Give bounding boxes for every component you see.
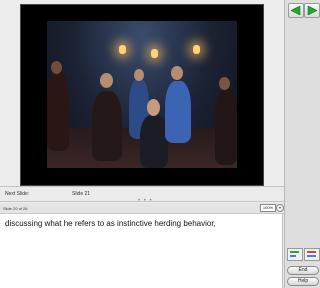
photo-head-right	[171, 66, 183, 80]
next-slide-label: Next Slide:	[5, 191, 30, 197]
slide-photo	[47, 21, 237, 168]
previous-slide-button[interactable]	[288, 3, 304, 18]
current-slide-frame[interactable]	[20, 4, 264, 186]
photo-person-right-blue	[165, 81, 191, 143]
photo-person-center	[140, 115, 168, 168]
photo-head-far-left	[51, 61, 62, 74]
photo-head-far-right	[219, 77, 230, 90]
photo-head-center	[147, 99, 160, 116]
photo-head-left	[100, 73, 113, 88]
slide-count: Slide 20 of 26	[3, 206, 28, 211]
zoom-dropdown-icon[interactable]: ▾	[276, 204, 284, 212]
photo-person-left	[92, 91, 122, 161]
presenter-tools-icon[interactable]	[304, 248, 320, 261]
speaker-notes-pane[interactable]: discussing what he refers to as instinct…	[0, 214, 283, 288]
photo-person-far-right	[215, 89, 237, 165]
photo-head-back	[134, 69, 144, 81]
green-left-arrow-icon	[291, 6, 301, 15]
photo-lamp-left	[119, 45, 126, 54]
next-slide-value: Slide 21	[72, 191, 91, 197]
presenter-tools-bar	[307, 255, 316, 257]
photo-person-far-left	[47, 71, 69, 151]
slide-sorter-bar	[290, 251, 299, 253]
speaker-notes-text: discussing what he refers to as instinct…	[5, 219, 216, 228]
end-show-button[interactable]: End	[287, 266, 319, 275]
green-right-arrow-icon	[307, 6, 317, 15]
slide-sorter-bar	[290, 255, 296, 257]
zoom-field[interactable]: 100%	[260, 204, 276, 212]
notes-header: Slide 20 of 26 100% ▾	[0, 203, 284, 214]
photo-lamp-right	[193, 45, 200, 54]
next-slide-button[interactable]	[304, 3, 320, 18]
photo-lamp-center	[151, 49, 158, 58]
help-button[interactable]: Help	[287, 277, 319, 286]
presenter-tools-bar	[307, 251, 316, 253]
right-control-sidebar	[284, 0, 320, 288]
slide-sorter-icon[interactable]	[287, 248, 303, 261]
presenter-main-area: Next Slide: Slide 21 • • • Slide 20 of 2…	[0, 0, 284, 288]
